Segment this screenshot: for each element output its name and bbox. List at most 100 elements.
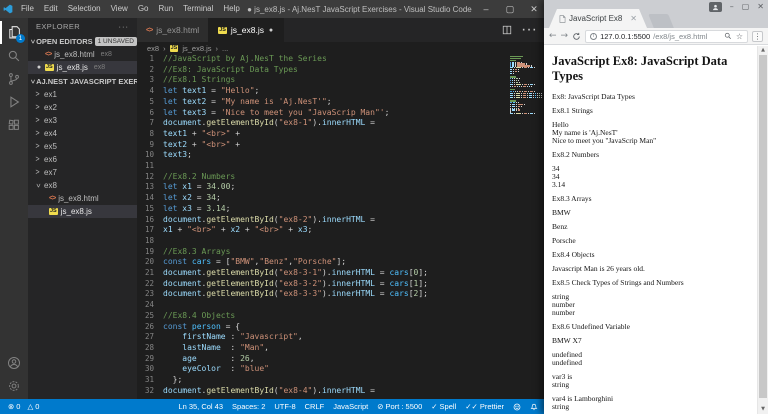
code-text: document.getElementById("ex8-3-3").inner… [163, 289, 428, 300]
more-actions-icon[interactable]: ··· [521, 21, 537, 39]
status-label: Spaces: 2 [232, 402, 265, 411]
menu-go[interactable]: Go [133, 0, 154, 18]
info-icon[interactable]: i [590, 33, 597, 40]
file-name: js_ex8.html [54, 50, 94, 59]
minimap[interactable] [510, 56, 542, 115]
file-js_ex8.js[interactable]: JSjs_ex8.js [28, 205, 137, 218]
menu-bar: FileEditSelectionViewGoRunTerminalHelp [16, 0, 245, 18]
folder-ex2[interactable]: >ex2 [28, 101, 137, 114]
paragraph: stringnumbernumber [552, 293, 753, 317]
browser-tabstrip: – ▢ ✕ JavaScript Ex8 ✕ [544, 0, 768, 28]
status-prettier[interactable]: ✓✓Prettier [465, 402, 504, 411]
folder-ex6[interactable]: >ex6 [28, 153, 137, 166]
breadcrumb-folder[interactable]: ex8 [147, 44, 159, 53]
new-tab-button[interactable] [648, 14, 674, 28]
code-line: 14let x2 = 34; [137, 193, 546, 204]
vscode-logo-icon[interactable] [0, 4, 16, 14]
browser-tab[interactable]: JavaScript Ex8 ✕ [549, 9, 647, 28]
status-spaces-2[interactable]: Spaces: 2 [232, 402, 265, 411]
workspace-section[interactable]: > AJ.NEST JAVASCRIPT EXERCI... [28, 74, 137, 88]
menu-view[interactable]: View [106, 0, 133, 18]
status-crlf[interactable]: CRLF [305, 402, 325, 411]
folder-ex7[interactable]: >ex7 [28, 166, 137, 179]
code-text: let text3 = 'Nice to meet you "JavaScrip… [163, 108, 389, 119]
code-text: text1 + "<br>" + [163, 129, 240, 140]
url-path: /ex8/js_ex8.html [653, 32, 707, 41]
open-editors-section[interactable]: > OPEN EDITORS 1 UNSAVED [28, 34, 137, 48]
menu-run[interactable]: Run [153, 0, 178, 18]
file-js_ex8.html[interactable]: <>js_ex8.html [28, 192, 137, 205]
maximize-button[interactable]: ▢ [498, 0, 522, 18]
folder-name: ex6 [44, 155, 57, 164]
open-editor-item[interactable]: ●JSjs_ex8.jsex8 [28, 61, 137, 74]
code-line: 9text2 + "<br>" + [137, 140, 546, 151]
menu-edit[interactable]: Edit [39, 0, 63, 18]
line-number: 1 [137, 54, 163, 65]
folder-ex3[interactable]: >ex3 [28, 114, 137, 127]
code-line: 19//Ex8.3 Arrays [137, 247, 546, 258]
folder-ex4[interactable]: >ex4 [28, 127, 137, 140]
source-control-icon[interactable] [0, 67, 28, 90]
breadcrumb-symbol[interactable]: ... [222, 44, 228, 53]
browser-maximize-button[interactable]: ▢ [742, 2, 750, 12]
reload-icon[interactable] [572, 32, 581, 41]
problems-indicator[interactable]: ⊗0 △0 [8, 402, 39, 411]
folder-ex1[interactable]: >ex1 [28, 88, 137, 101]
browser-scrollbar[interactable]: ▲ ▼ [757, 46, 768, 414]
status-utf-8[interactable]: UTF-8 [274, 402, 295, 411]
code-content[interactable]: 1//JavaScript by Aj.NesT the Series2//Ex… [137, 54, 546, 397]
browser-menu-icon[interactable]: ⋮ [752, 31, 763, 42]
close-button[interactable]: ✕ [522, 0, 546, 18]
menu-selection[interactable]: Selection [63, 0, 106, 18]
status-port-5500[interactable]: ⊘Port : 5500 [377, 402, 422, 411]
menu-file[interactable]: File [16, 0, 39, 18]
forward-icon[interactable]: → [561, 32, 569, 41]
explorer-badge: 1 [16, 34, 25, 43]
status-ln-35-col-43[interactable]: Ln 35, Col 43 [178, 402, 223, 411]
folder-ex5[interactable]: >ex5 [28, 140, 137, 153]
scrollbar-thumb[interactable] [759, 55, 767, 398]
folder-ex8[interactable]: >ex8 [28, 179, 137, 192]
code-text: const cars = ["BMW","Benz","Porsche"]; [163, 257, 346, 268]
settings-gear-icon[interactable] [0, 374, 28, 397]
code-line: 8text1 + "<br>" + [137, 129, 546, 140]
tab-js_ex8.js[interactable]: JSjs_ex8.js● [209, 18, 284, 42]
browser-close-button[interactable]: ✕ [757, 2, 764, 12]
explorer-icon[interactable]: 1 [0, 21, 28, 44]
extensions-icon[interactable] [0, 113, 28, 136]
menu-help[interactable]: Help [218, 0, 244, 18]
profile-button[interactable] [709, 2, 722, 12]
code-line: 24 [137, 300, 546, 311]
feedback-icon[interactable] [513, 403, 521, 411]
code-line: 16document.getElementById("ex8-2").inner… [137, 215, 546, 226]
browser-minimize-button[interactable]: – [730, 2, 734, 12]
open-editor-item[interactable]: <>js_ex8.htmlex8 [28, 48, 137, 61]
tab-close-icon[interactable]: ✕ [630, 14, 637, 23]
sidebar-more-icon[interactable]: ··· [119, 22, 130, 31]
split-editor-icon[interactable] [502, 25, 512, 35]
code-line: 18 [137, 236, 546, 247]
breadcrumb-file[interactable]: js_ex8.js [182, 44, 211, 53]
search-icon[interactable] [0, 44, 28, 67]
status-spell[interactable]: ✓Spell [431, 402, 456, 411]
blocked-icon: ⊘ [377, 402, 383, 411]
zoom-icon[interactable] [724, 32, 732, 40]
address-bar[interactable]: i 127.0.0.1:5500/ex8/js_ex8.html ☆ [585, 30, 748, 43]
run-debug-icon[interactable] [0, 90, 28, 113]
vscode-window: FileEditSelectionViewGoRunTerminalHelp ●… [0, 0, 546, 414]
status-javascript[interactable]: JavaScript [333, 402, 368, 411]
bookmark-star-icon[interactable]: ☆ [736, 32, 743, 41]
code-text: firstName : "Javascript", [163, 332, 303, 343]
browser-toolbar: ← → i 127.0.0.1:5500/ex8/js_ex8.html ☆ ⋮ [544, 28, 768, 45]
tab-js_ex8.html[interactable]: <>js_ex8.html [137, 18, 209, 42]
notifications-bell-icon[interactable] [530, 402, 538, 411]
paragraph: HelloMy name is 'Aj.NesT'Nice to meet yo… [552, 121, 753, 145]
folder-name: ex1 [44, 90, 57, 99]
chevron-right-icon: > [34, 155, 41, 163]
menu-terminal[interactable]: Terminal [178, 0, 218, 18]
scroll-up-icon[interactable]: ▲ [758, 47, 768, 53]
minimize-button[interactable]: – [474, 0, 498, 18]
scroll-down-icon[interactable]: ▼ [758, 406, 768, 412]
back-icon[interactable]: ← [549, 32, 557, 41]
account-icon[interactable] [0, 351, 28, 374]
